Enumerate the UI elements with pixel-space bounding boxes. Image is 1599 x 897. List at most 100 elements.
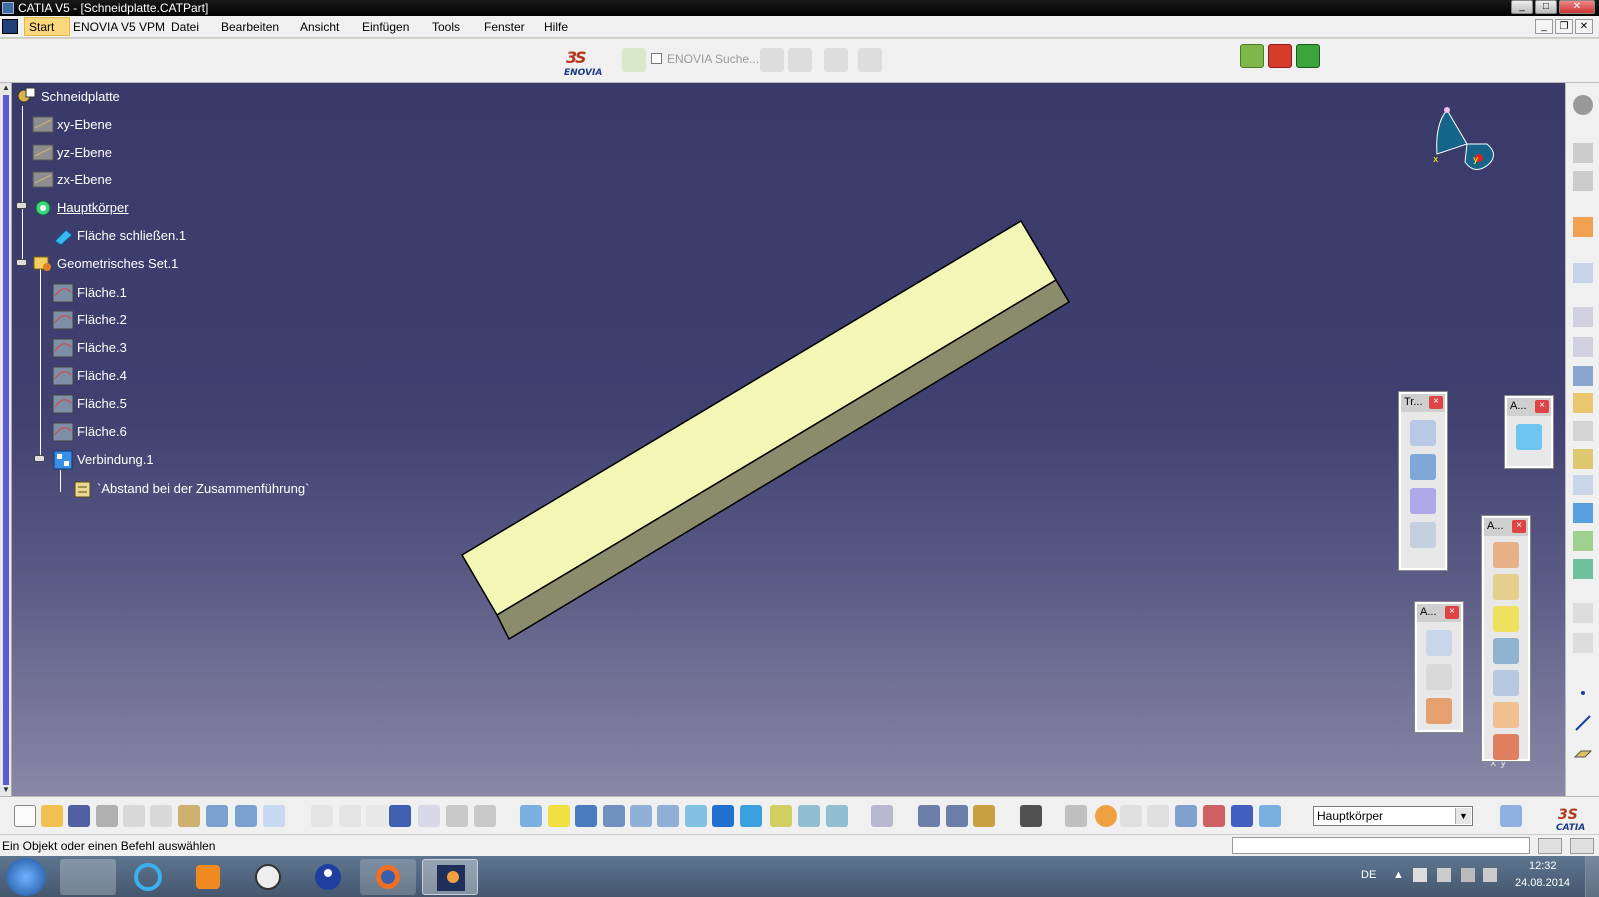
transform-toolbar-close[interactable]: × (1429, 396, 1443, 409)
menu-bearbeiten[interactable]: Bearbeiten (221, 20, 279, 34)
update-multi-icon[interactable] (1296, 44, 1320, 68)
knowledge-icon[interactable] (339, 805, 361, 827)
formula-icon[interactable] (311, 805, 333, 827)
menu-hilfe[interactable]: Hilfe (544, 20, 568, 34)
copy-icon[interactable] (150, 805, 172, 827)
translate-icon[interactable] (1410, 420, 1436, 446)
zoom-in-icon[interactable] (630, 805, 652, 827)
tray-device-icon[interactable] (1437, 868, 1451, 882)
language-indicator[interactable]: DE (1361, 869, 1376, 881)
analysis-toolbar-close[interactable]: × (1512, 520, 1526, 533)
tree-scrollbar[interactable]: ▲ ▼ (0, 83, 12, 796)
part-geometry[interactable]: x y (12, 83, 1565, 796)
cut-icon[interactable] (123, 805, 145, 827)
measure-inertia-icon[interactable] (973, 805, 995, 827)
section-analysis-icon[interactable] (1493, 670, 1519, 696)
reference-elements-icon[interactable] (1573, 633, 1593, 653)
menu-einfuegen[interactable]: Einfügen (362, 20, 409, 34)
target-analysis-icon[interactable] (1493, 702, 1519, 728)
menu-fenster[interactable]: Fenster (484, 20, 525, 34)
show-desktop-button[interactable] (1585, 856, 1599, 897)
hole-tool-icon[interactable] (1573, 143, 1593, 163)
surface-toolbar-close[interactable]: × (1535, 400, 1549, 413)
whats-this-icon[interactable] (263, 805, 285, 827)
print-icon[interactable] (96, 805, 118, 827)
enovia-save-icon[interactable] (788, 48, 812, 72)
zoom-out-icon[interactable] (657, 805, 679, 827)
plane-tool-icon[interactable] (1573, 743, 1593, 763)
tree-reorder-icon[interactable] (418, 805, 440, 827)
tray-flag-icon[interactable] (1413, 868, 1427, 882)
pocket-icon[interactable] (1573, 337, 1593, 357)
menu-start[interactable]: Start (24, 17, 70, 36)
face-analysis-icon[interactable] (1493, 638, 1519, 664)
work-object-select[interactable]: Hauptkörper ▼ (1313, 806, 1473, 826)
collapse-geoset-icon[interactable] (16, 259, 27, 266)
groove-icon[interactable] (1573, 393, 1593, 413)
design-table-icon[interactable] (389, 805, 411, 827)
cut-tool-icon[interactable] (1573, 171, 1593, 191)
part-side-face[interactable] (496, 278, 1071, 641)
redo-icon[interactable] (235, 805, 257, 827)
taskbar-media-icon[interactable] (180, 859, 236, 895)
line-icon[interactable] (1573, 713, 1593, 733)
pattern-icon[interactable] (1410, 488, 1436, 514)
compass[interactable]: x y (1431, 104, 1511, 184)
rotate-icon[interactable] (603, 805, 625, 827)
open-file-icon[interactable] (41, 805, 63, 827)
apply-material-icon[interactable] (871, 805, 893, 827)
fit-all-icon[interactable] (548, 805, 570, 827)
scroll-thumb[interactable] (3, 95, 9, 785)
power-input-field[interactable] (1232, 837, 1530, 854)
scale-icon[interactable] (1147, 805, 1169, 827)
scroll-down-icon[interactable]: ▼ (2, 785, 10, 794)
thick-surface-icon[interactable] (1573, 531, 1593, 551)
update-icon[interactable] (1065, 805, 1087, 827)
transform-toolbar[interactable]: Tr... × (1399, 392, 1447, 570)
close-button[interactable]: ✕ (1559, 0, 1595, 14)
pan-icon[interactable] (575, 805, 597, 827)
part-top-face[interactable] (460, 219, 1058, 617)
taskbar-ie-icon[interactable] (120, 859, 176, 895)
windows-start-button[interactable] (6, 858, 46, 896)
constraint-icon[interactable] (1203, 805, 1225, 827)
command-history-icon[interactable] (1538, 838, 1562, 854)
manual-update-icon[interactable] (1095, 805, 1117, 827)
update-red-icon[interactable] (1268, 44, 1292, 68)
enovia-search-label[interactable]: ENOVIA Suche... (667, 52, 759, 66)
shading-icon[interactable] (770, 805, 792, 827)
thickness-analysis-icon[interactable] (1493, 574, 1519, 600)
paste-icon[interactable] (178, 805, 200, 827)
fly-mode-icon[interactable] (520, 805, 542, 827)
flag-note-icon[interactable] (1426, 664, 1452, 690)
analysis-toolbar[interactable]: A... × (1482, 516, 1530, 761)
measure-between-icon[interactable] (918, 805, 940, 827)
slot-icon[interactable] (1573, 475, 1593, 495)
measure-item-icon[interactable] (946, 805, 968, 827)
sketch-icon[interactable] (1573, 263, 1593, 283)
capture-icon[interactable] (1020, 805, 1042, 827)
menu-enovia[interactable]: ENOVIA V5 VPM (73, 20, 165, 34)
taskbar-user-icon[interactable] (300, 859, 356, 895)
tray-network-icon[interactable] (1461, 868, 1475, 882)
enovia-tree-icon[interactable] (760, 48, 784, 72)
lock-icon[interactable] (446, 805, 468, 827)
menu-tools[interactable]: Tools (432, 20, 460, 34)
enovia-exchange-icon[interactable] (824, 48, 848, 72)
scroll-up-icon[interactable]: ▲ (2, 83, 10, 92)
doc-minimize-button[interactable]: _ (1535, 19, 1553, 34)
enovia-search-checkbox[interactable] (651, 53, 662, 64)
shaft-icon[interactable] (1573, 366, 1593, 386)
sketch-analysis-icon[interactable] (1175, 805, 1197, 827)
save-icon[interactable] (68, 805, 90, 827)
new-file-icon[interactable] (14, 805, 36, 827)
close-surface-tool-icon[interactable] (1516, 424, 1542, 450)
annotation-toolbar[interactable]: A... × (1415, 602, 1463, 732)
draft-analysis-icon[interactable] (1493, 542, 1519, 568)
axis-system-icon[interactable] (1573, 603, 1593, 623)
command-clear-icon[interactable] (1570, 838, 1594, 854)
iso-view-icon[interactable] (740, 805, 762, 827)
text-annotation-icon[interactable] (1426, 630, 1452, 656)
define-work-object-icon[interactable] (1259, 805, 1281, 827)
doc-restore-button[interactable]: ❐ (1555, 19, 1573, 34)
